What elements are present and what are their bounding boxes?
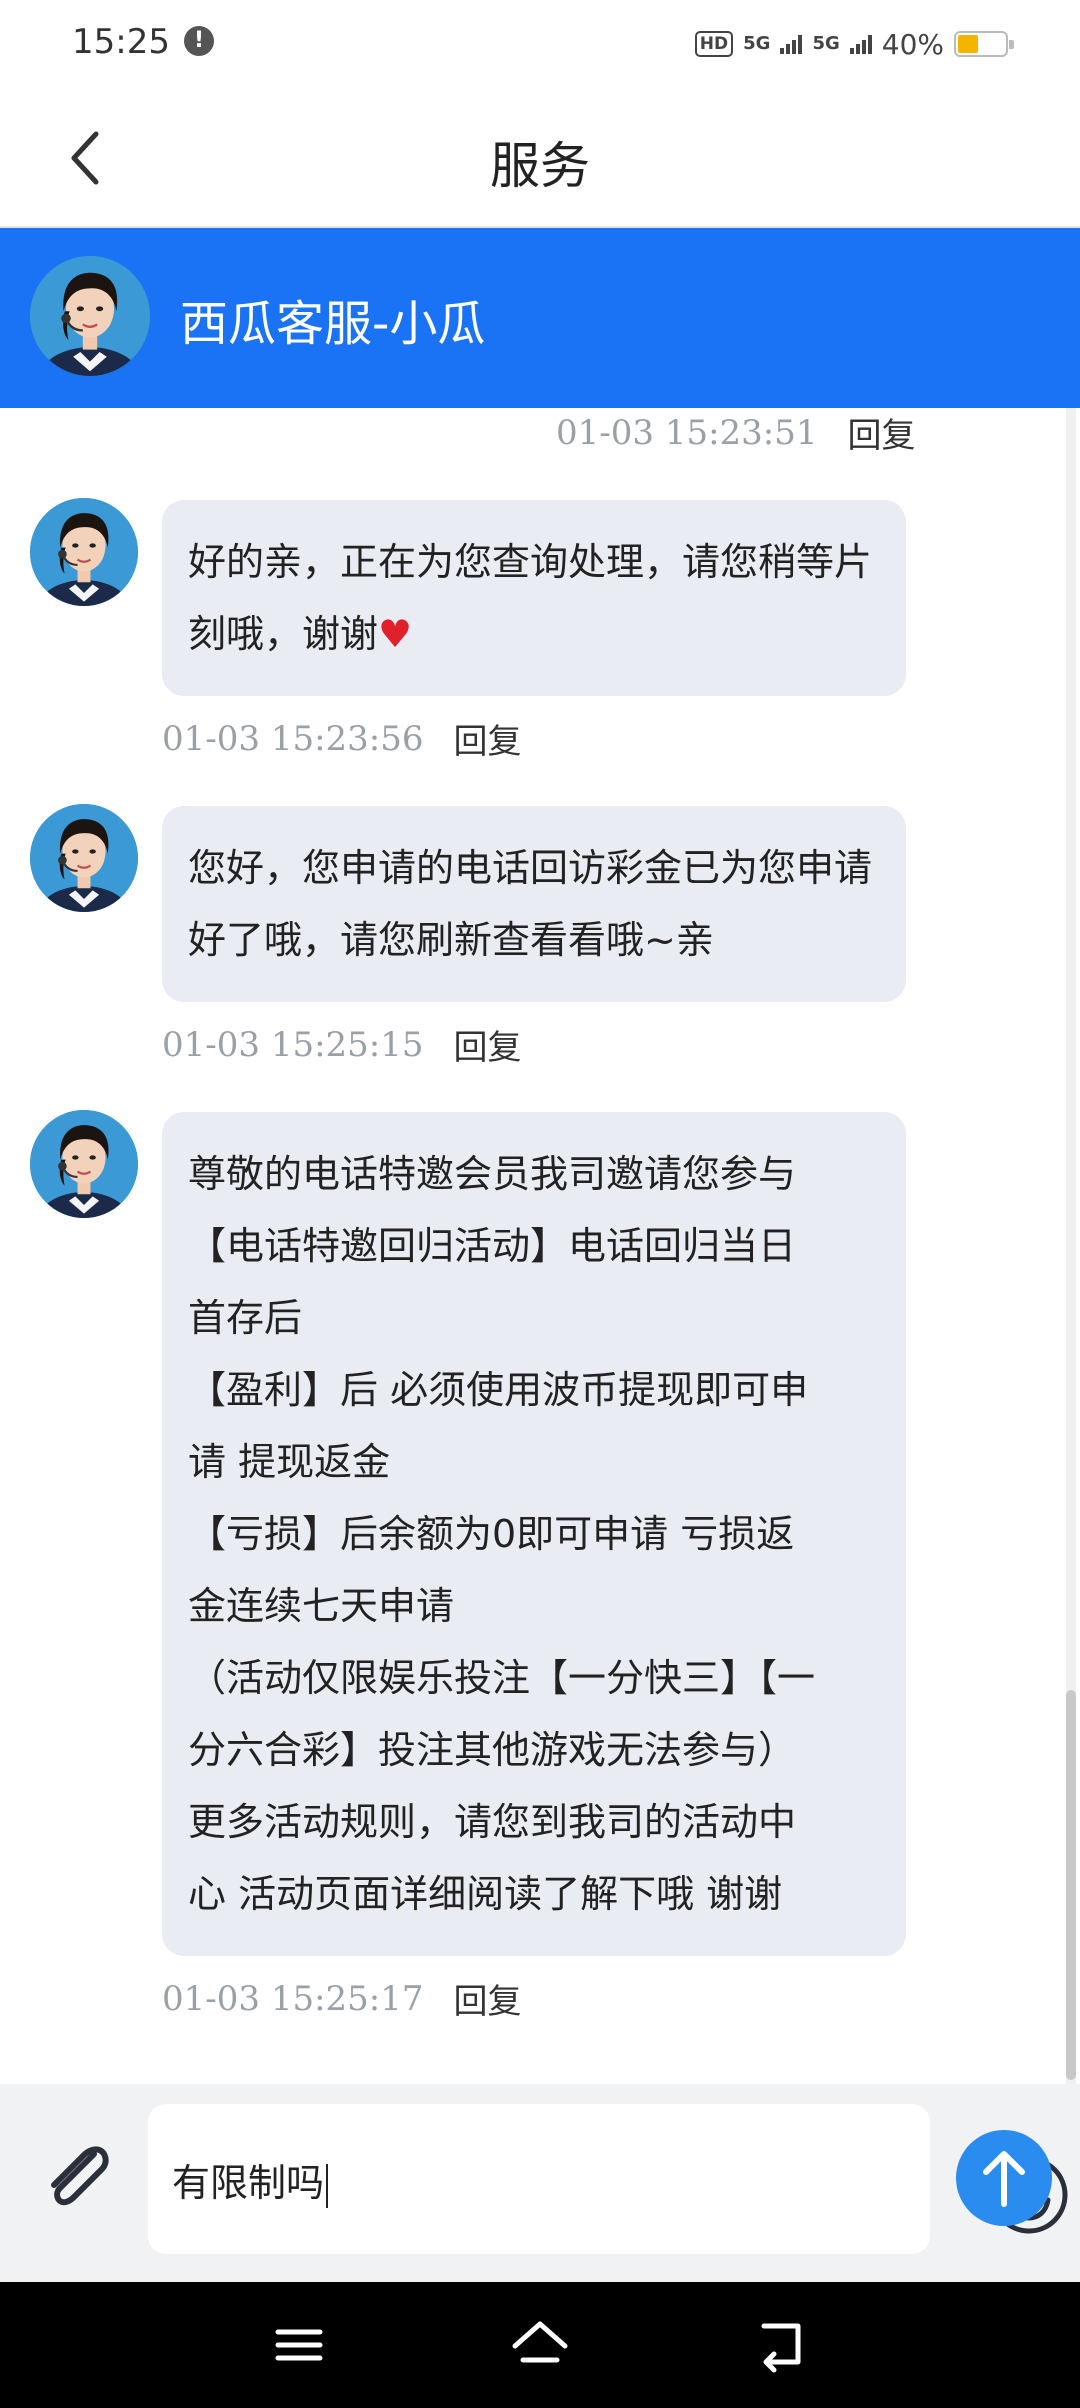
agent-avatar <box>30 804 138 912</box>
network-type-2: 5G <box>812 33 840 54</box>
signal-strength-icon <box>780 34 803 54</box>
message-line: 更多活动规则，请您到我司的活动中 <box>188 1800 797 1844</box>
message-meta: 01-03 15:23:56 回复 <box>162 714 522 763</box>
scrollbar-thumb[interactable] <box>1066 1690 1076 2080</box>
home-button[interactable] <box>505 2310 575 2380</box>
attach-button[interactable] <box>32 2132 122 2222</box>
message-input-text: 有限制吗 <box>172 2152 329 2208</box>
agent-avatar <box>30 498 138 606</box>
system-back-button[interactable] <box>746 2310 816 2380</box>
back-icon <box>761 2323 801 2373</box>
agent-name: 西瓜客服-小瓜 <box>180 296 486 352</box>
message-line: 首存后 <box>188 1296 303 1340</box>
message-text: 您好，您申请的电话回访彩金已为您申请好了哦，请您刷新查看看哦~亲 <box>188 846 873 962</box>
message-bubble: 尊敬的电话特邀会员我司邀请您参与 【电话特邀回归活动】电话回归当日 首存后 【盈… <box>162 1112 906 1956</box>
message-bubble: 您好，您申请的电话回访彩金已为您申请好了哦，请您刷新查看看哦~亲 <box>162 806 906 1002</box>
message-meta: 01-03 15:23:51 回复 <box>556 408 916 457</box>
status-indicators: HD 5G 5G 40% <box>694 24 1014 64</box>
notification-alert-icon: ! <box>184 26 214 56</box>
battery-level-fill <box>958 35 978 53</box>
battery-percent: 40% <box>881 27 944 61</box>
text-caret <box>326 2163 329 2208</box>
message-timestamp: 01-03 15:25:17 <box>162 1978 424 2019</box>
message-line: 【盈利】后 必须使用波币提现即可申 <box>188 1368 809 1412</box>
red-heart-icon: ♥ <box>378 612 413 656</box>
send-button[interactable] <box>956 2130 1052 2226</box>
message-timestamp: 01-03 15:23:56 <box>162 718 424 759</box>
reply-button[interactable]: 回复 <box>454 1974 522 2023</box>
agent-header: 西瓜客服-小瓜 <box>0 228 1080 408</box>
message-timestamp: 01-03 15:25:15 <box>162 1024 424 1065</box>
message-composer: 有限制吗 <box>0 2084 1080 2282</box>
message-timestamp: 01-03 15:23:51 <box>556 412 818 453</box>
message-line: 金连续七天申请 <box>188 1584 455 1628</box>
message-input[interactable]: 有限制吗 <box>148 2104 1068 2254</box>
chat-message-list[interactable]: 01-03 15:23:51 回复 好的亲，正在为您查询处理，请您稍等片刻哦，谢… <box>0 408 1080 2084</box>
home-icon <box>512 2321 568 2363</box>
recent-apps-button[interactable] <box>264 2310 334 2380</box>
message-text: 好的亲，正在为您查询处理，请您稍等片刻哦，谢谢 <box>188 540 873 656</box>
message-meta: 01-03 15:25:15 回复 <box>162 1020 522 1069</box>
message-line: 【电话特邀回归活动】电话回归当日 <box>188 1224 797 1268</box>
message-line: 心 活动页面详细阅读了解下哦 谢谢 <box>188 1872 783 1916</box>
network-type-1: 5G <box>743 33 771 54</box>
message-line: 【亏损】后余额为0即可申请 亏损返 <box>188 1512 795 1556</box>
system-nav-bar <box>0 2282 1080 2408</box>
message-bubble: 好的亲，正在为您查询处理，请您稍等片刻哦，谢谢♥ <box>162 500 906 696</box>
reply-button[interactable]: 回复 <box>454 714 522 763</box>
reply-button[interactable]: 回复 <box>848 408 916 457</box>
agent-avatar <box>30 256 150 376</box>
battery-icon <box>954 31 1014 57</box>
message-line: （活动仅限娱乐投注【一分快三】【一 <box>188 1656 816 1700</box>
page-title: 服务 <box>490 137 590 195</box>
agent-avatar <box>30 1110 138 1218</box>
status-bar: 15:25 ! HD 5G 5G 40% <box>0 0 1080 88</box>
top-nav: 服务 <box>0 88 1080 228</box>
paperclip-icon <box>51 2146 109 2206</box>
message-line: 尊敬的电话特邀会员我司邀请您参与 <box>188 1152 797 1196</box>
status-time: 15:25 <box>72 22 170 62</box>
message-line: 分六合彩】投注其他游戏无法参与） <box>188 1728 797 1772</box>
message-line: 请 提现返金 <box>188 1440 391 1484</box>
hd-voice-icon: HD <box>694 31 734 57</box>
message-meta: 01-03 15:25:17 回复 <box>162 1974 522 2023</box>
signal-strength-icon <box>849 34 872 54</box>
menu-icon <box>275 2329 323 2361</box>
reply-button[interactable]: 回复 <box>454 1020 522 1069</box>
arrow-up-icon <box>983 2151 1025 2207</box>
